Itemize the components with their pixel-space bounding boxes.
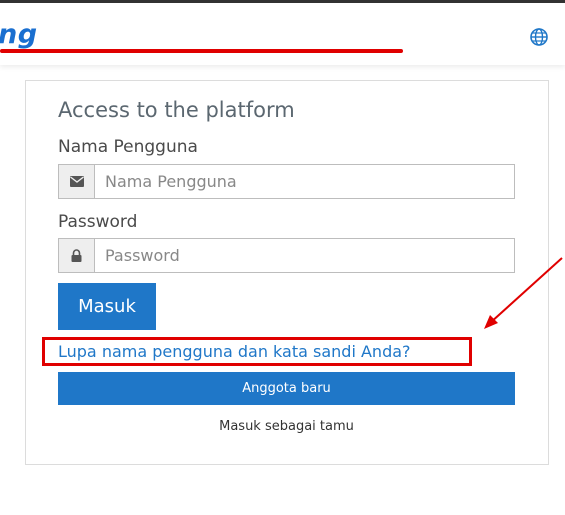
password-label: Password xyxy=(58,212,138,232)
guest-login-link[interactable]: Masuk sebagai tamu xyxy=(0,419,565,434)
site-logo[interactable]: ng xyxy=(0,19,38,50)
lock-icon xyxy=(59,239,95,272)
username-group xyxy=(58,164,515,199)
annotation-underline xyxy=(0,49,403,53)
envelope-icon xyxy=(59,165,95,198)
forgot-password-link[interactable]: Lupa nama pengguna dan kata sandi Anda? xyxy=(58,342,411,361)
login-button[interactable]: Masuk xyxy=(58,283,156,330)
password-input[interactable] xyxy=(95,239,514,272)
page-title: Access to the platform xyxy=(58,98,295,122)
site-header: ng xyxy=(0,3,565,65)
globe-icon[interactable] xyxy=(529,27,549,47)
annotation-arrow xyxy=(484,257,563,329)
password-group xyxy=(58,238,515,273)
new-member-button[interactable]: Anggota baru xyxy=(58,372,515,405)
username-label: Nama Pengguna xyxy=(58,137,198,157)
username-input[interactable] xyxy=(95,165,514,198)
